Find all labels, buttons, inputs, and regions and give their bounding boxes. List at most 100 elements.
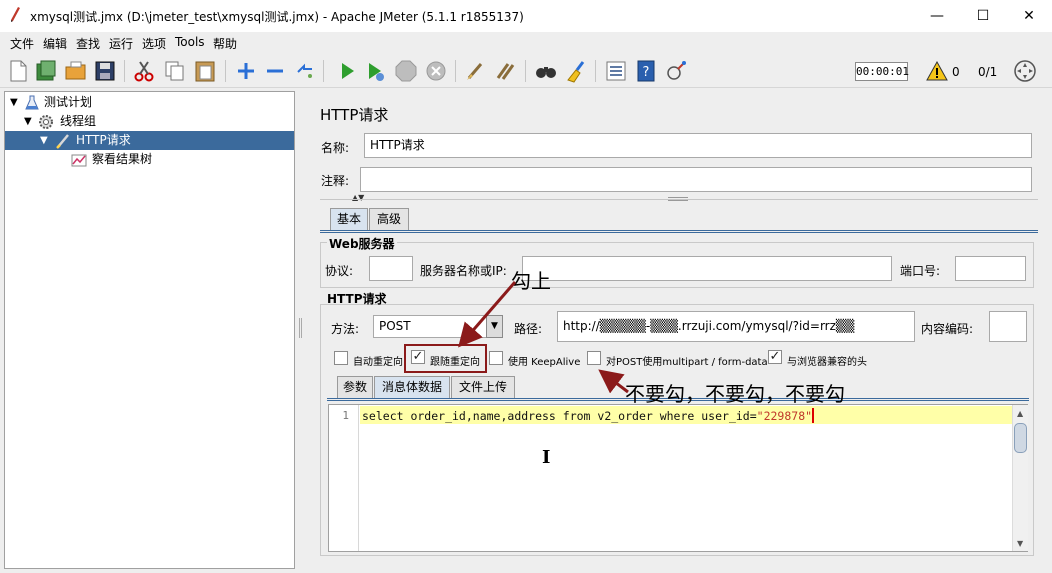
menu-run[interactable]: 运行 [109, 35, 133, 52]
menu-options[interactable]: 选项 [142, 35, 166, 52]
code-text: select order_id,name,address from v2_ord… [362, 409, 757, 423]
window-title: xmysql测试.jmx (D:\jmeter_test\xmysql测试.jm… [30, 10, 524, 24]
toolbar-separator [323, 60, 324, 82]
annotation-check-on: 勾上 [511, 269, 551, 293]
stop-icon[interactable] [393, 58, 419, 84]
menu-file[interactable]: 文件 [10, 35, 34, 52]
tab-body-data[interactable]: 消息体数据 [374, 376, 450, 398]
highlight-box [404, 344, 487, 373]
start-icon[interactable] [334, 58, 360, 84]
browser-headers-label: 与浏览器兼容的头 [787, 357, 867, 368]
name-input[interactable]: HTTP请求 [364, 133, 1032, 158]
divider-grip-icon[interactable] [299, 318, 302, 338]
clear-icon[interactable] [463, 58, 489, 84]
search-icon[interactable] [533, 58, 559, 84]
path-label: 路径: [514, 322, 543, 336]
collapse-arrow-icon[interactable]: ▼ [10, 93, 18, 112]
server-input[interactable] [522, 256, 892, 281]
comment-label: 注释: [321, 174, 350, 188]
port-label: 端口号: [900, 264, 941, 278]
shutdown-icon[interactable] [423, 58, 449, 84]
function-helper-icon[interactable] [603, 58, 629, 84]
scroll-down-icon[interactable]: ▼ [1017, 539, 1023, 548]
title-bar: xmysql测试.jmx (D:\jmeter_test\xmysql测试.jm… [0, 0, 1052, 32]
tab-advanced[interactable]: 高级 [369, 208, 409, 230]
method-label: 方法: [331, 322, 360, 336]
collapse-arrow-icon[interactable]: ▼ [24, 112, 32, 131]
encoding-input[interactable] [989, 311, 1027, 342]
tree-item-label: 测试计划 [44, 95, 93, 109]
remote-icon[interactable] [663, 58, 689, 84]
editor-scrollbar[interactable]: ▲ ▼ [1012, 405, 1028, 551]
method-select[interactable]: POST [373, 315, 487, 338]
svg-text:?: ? [643, 65, 650, 80]
test-plan-icon [25, 95, 39, 110]
elapsed-timer: 00:00:01 [855, 62, 909, 81]
port-input[interactable] [955, 256, 1026, 281]
line-number-gutter: 1 [329, 405, 359, 551]
minimize-button[interactable]: — [914, 0, 960, 32]
keepalive-checkbox[interactable] [489, 351, 503, 365]
auto-redirect-label: 自动重定向 [353, 357, 403, 368]
menu-bar: 文件 编辑 查找 运行 选项 Tools 帮助 [0, 32, 1052, 54]
chevron-down-icon[interactable]: ▼ [486, 315, 503, 338]
web-server-title: Web服务器 [327, 235, 397, 252]
body-data-editor[interactable]: 1 select order_id,name,address from v2_o… [328, 404, 1028, 552]
tree-item-thread-group[interactable]: ▼ 线程组 [5, 112, 294, 131]
ibeam-cursor-icon: I [542, 447, 551, 468]
menu-help[interactable]: 帮助 [213, 35, 237, 52]
templates-icon[interactable] [33, 58, 59, 84]
code-line[interactable]: select order_id,name,address from v2_ord… [362, 408, 815, 423]
tab-file-upload[interactable]: 文件上传 [451, 376, 515, 398]
toggle-icon[interactable] [292, 58, 318, 84]
tree-item-view-results-tree[interactable]: 察看结果树 [5, 150, 294, 169]
remote-status-icon[interactable] [1013, 59, 1037, 83]
comment-input[interactable] [360, 167, 1032, 192]
paste-icon[interactable] [192, 58, 218, 84]
toolbar-separator [595, 60, 596, 82]
warning-icon[interactable] [926, 61, 948, 81]
line-number: 1 [342, 409, 349, 422]
multipart-checkbox[interactable] [587, 351, 601, 365]
menu-tools[interactable]: Tools [175, 35, 205, 49]
open-icon[interactable] [63, 58, 89, 84]
new-icon[interactable] [5, 58, 31, 84]
protocol-input[interactable] [369, 256, 413, 281]
tree-item-label: 线程组 [60, 114, 97, 128]
toolbar-separator [525, 60, 526, 82]
menu-search[interactable]: 查找 [76, 35, 100, 52]
cut-icon[interactable] [131, 58, 157, 84]
auto-redirect-checkbox[interactable] [334, 351, 348, 365]
tab-underline [320, 230, 1038, 231]
copy-icon[interactable] [162, 58, 188, 84]
tab-underline [320, 232, 1038, 233]
thread-group-icon [39, 115, 53, 129]
collapse-panel-icon[interactable]: ▲▼ [352, 193, 364, 202]
collapse-icon[interactable] [262, 58, 288, 84]
protocol-label: 协议: [325, 264, 354, 278]
tab-parameters[interactable]: 参数 [337, 376, 373, 398]
name-label: 名称: [321, 141, 350, 155]
browser-headers-checkbox[interactable]: ✓ [768, 350, 782, 364]
tree-item-http-request[interactable]: ▼ HTTP请求 [5, 131, 294, 150]
toolbar-separator [455, 60, 456, 82]
expand-icon[interactable] [233, 58, 259, 84]
tree-item-test-plan[interactable]: ▼ 测试计划 [5, 93, 294, 112]
clear-all-icon[interactable] [493, 58, 519, 84]
test-plan-tree: ▼ 测试计划 ▼ 线程组 ▼ HTTP请求 察看结果树 [4, 91, 295, 569]
resize-grip-icon[interactable] [668, 197, 688, 201]
scrollbar-thumb[interactable] [1014, 423, 1027, 453]
close-button[interactable]: ✕ [1006, 0, 1052, 32]
scroll-up-icon[interactable]: ▲ [1017, 409, 1023, 418]
tree-item-label: 察看结果树 [92, 152, 153, 166]
toolbar-separator [124, 60, 125, 82]
reset-search-icon[interactable] [562, 58, 588, 84]
help-icon[interactable]: ? [633, 58, 659, 84]
menu-edit[interactable]: 编辑 [43, 35, 67, 52]
save-icon[interactable] [92, 58, 118, 84]
path-input[interactable]: http://▒▒▒▒▒-▒▒▒.rrzuji.com/ymysql/?id=r… [557, 311, 915, 342]
start-no-pause-icon[interactable] [362, 58, 388, 84]
tab-basic[interactable]: 基本 [330, 208, 368, 230]
maximize-button[interactable]: ☐ [960, 0, 1006, 32]
collapse-arrow-icon[interactable]: ▼ [40, 131, 48, 150]
